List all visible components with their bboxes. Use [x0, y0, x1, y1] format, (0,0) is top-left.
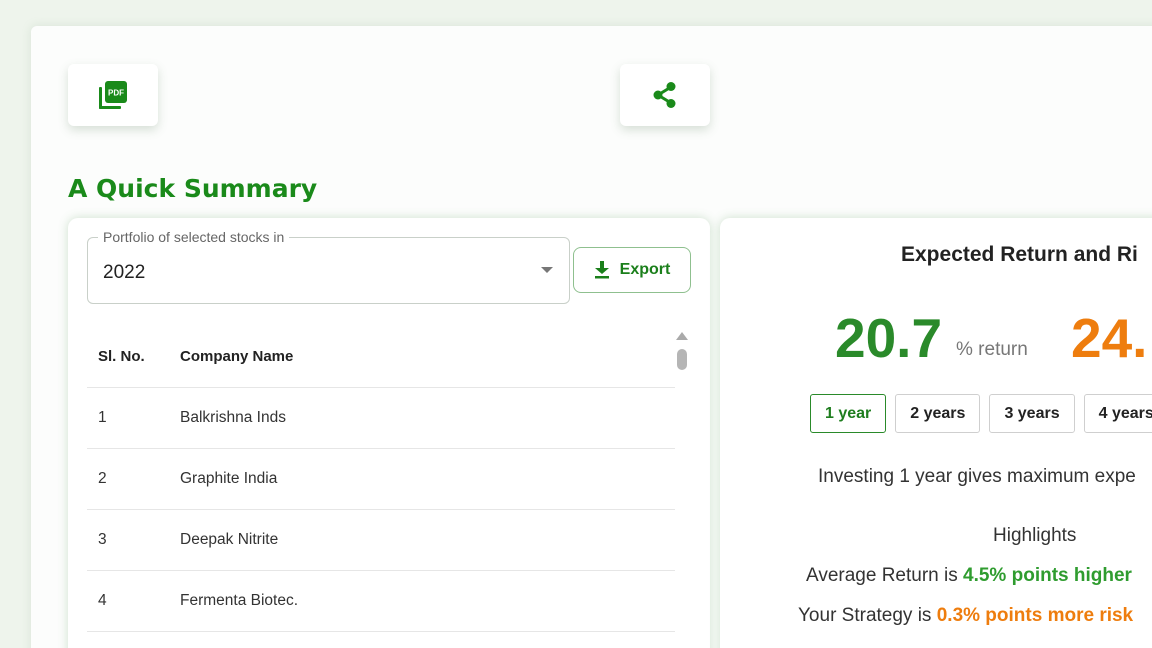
download-icon — [594, 261, 609, 279]
return-value: 20.7 — [835, 307, 943, 369]
export-label: Export — [619, 261, 671, 278]
year-select-value: 2022 — [103, 262, 146, 283]
share-button[interactable] — [620, 64, 710, 126]
tab-1-year[interactable]: 1 year — [810, 394, 887, 433]
portfolio-panel: Portfolio of selected stocks in 2022 Exp… — [68, 218, 710, 648]
row-company-name: Graphite India — [180, 470, 278, 487]
share-icon — [653, 82, 676, 108]
row-sl-no: 1 — [98, 409, 107, 426]
scrollbar-thumb[interactable] — [677, 349, 687, 370]
header-sl-no: Sl. No. — [98, 347, 145, 365]
scroll-up-arrow[interactable] — [676, 332, 688, 340]
year-select[interactable]: Portfolio of selected stocks in 2022 — [87, 229, 570, 304]
highlight-prefix: Average Return is — [806, 565, 964, 586]
pdf-icon: PDF — [99, 81, 127, 109]
row-company-name: Fermenta Biotec. — [180, 592, 299, 609]
highlights-title: Highlights — [993, 525, 1077, 546]
year-select-label: Portfolio of selected stocks in — [98, 229, 290, 245]
year-tabs: 1 year 2 years 3 years 4 years — [810, 394, 1152, 433]
summary-title: A Quick Summary — [68, 174, 318, 203]
export-button[interactable]: Export — [573, 247, 691, 293]
highlight-value: 0.3% points more risk — [936, 605, 1134, 626]
table-row: 1 Balkrishna Inds — [87, 388, 675, 449]
highlight-value: 4.5% points higher — [963, 565, 1132, 586]
investment-summary-text: Investing 1 year gives maximum expe — [818, 466, 1136, 487]
return-unit: % return — [956, 339, 1028, 360]
table-header: Sl. No. Company Name — [87, 325, 675, 388]
row-company-name: Deepak Nitrite — [180, 531, 279, 548]
row-sl-no: 3 — [98, 531, 107, 548]
expected-return-panel: Expected Return and Ri 20.7 % return 24.… — [720, 218, 1152, 648]
tab-4-years[interactable]: 4 years — [1083, 394, 1152, 433]
highlight-strategy-risk: Your Strategy is 0.3% points more risk — [798, 605, 1133, 627]
tab-2-years[interactable]: 2 years — [895, 394, 981, 433]
row-company-name: Balkrishna Inds — [180, 409, 286, 426]
row-sl-no: 2 — [98, 470, 107, 487]
stocks-table: Sl. No. Company Name 1 Balkrishna Inds 2… — [87, 325, 675, 632]
table-row: 2 Graphite India — [87, 449, 675, 510]
table-row: 3 Deepak Nitrite — [87, 510, 675, 571]
svg-text:PDF: PDF — [108, 89, 124, 98]
header-company-name: Company Name — [180, 347, 294, 365]
pdf-export-button[interactable]: PDF — [68, 64, 158, 126]
highlight-prefix: Your Strategy is — [798, 605, 937, 626]
expected-return-title: Expected Return and Ri — [901, 243, 1138, 266]
risk-value: 24. — [1071, 307, 1148, 369]
chevron-down-icon — [541, 267, 553, 273]
table-row: 4 Fermenta Biotec. — [87, 571, 675, 632]
row-sl-no: 4 — [98, 592, 107, 609]
highlight-average-return: Average Return is 4.5% points higher — [806, 565, 1132, 587]
tab-3-years[interactable]: 3 years — [989, 394, 1075, 433]
